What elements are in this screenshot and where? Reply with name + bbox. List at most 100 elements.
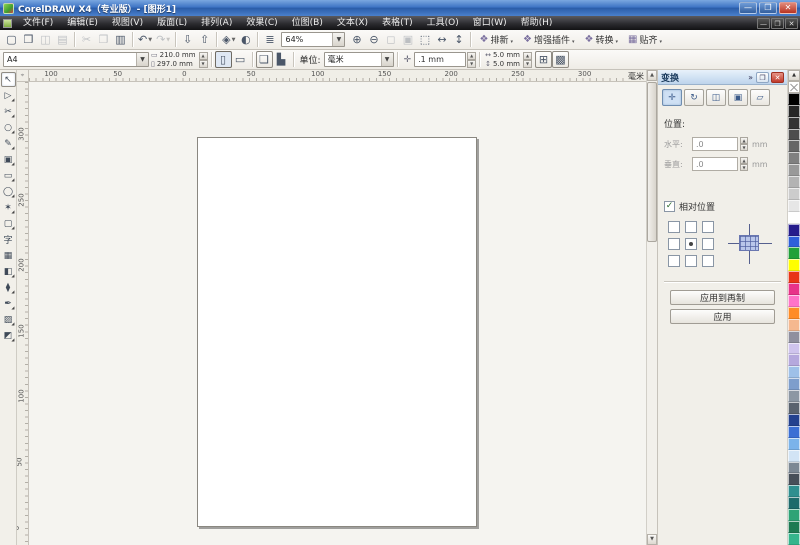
color-swatch-30[interactable] xyxy=(788,449,800,462)
color-swatch-34[interactable] xyxy=(788,497,800,510)
menu-item-10[interactable]: 窗口(W) xyxy=(466,16,514,30)
plugin-enhance-button[interactable]: ❖ 增强插件 ▾ xyxy=(518,31,580,48)
menu-item-11[interactable]: 帮助(H) xyxy=(514,16,560,30)
color-swatch-28[interactable] xyxy=(788,425,800,438)
menu-item-9[interactable]: 工具(O) xyxy=(420,16,466,30)
ruler-origin[interactable]: ⌖ xyxy=(17,70,29,82)
ellipse-tool[interactable]: ◯ ◢ xyxy=(1,184,16,199)
color-swatch-32[interactable] xyxy=(788,473,800,486)
zoom-tool[interactable]: ○ ◢ xyxy=(1,120,16,135)
paper-size-spinner[interactable]: ▲ ▼ xyxy=(198,52,208,68)
child-minimize-button[interactable]: — xyxy=(757,17,770,29)
transform-position-tab[interactable]: ✛ xyxy=(662,89,682,106)
apply-button[interactable]: 应用 xyxy=(670,309,775,324)
color-swatch-24[interactable] xyxy=(788,378,800,391)
zoom-level-combo[interactable]: 64% ▼ xyxy=(281,32,346,47)
zoom-page-icon[interactable]: ⬚ xyxy=(416,31,433,48)
minimize-button[interactable]: — xyxy=(739,2,757,14)
close-button[interactable]: ✕ xyxy=(779,2,797,14)
relative-position-checkbox[interactable]: ✓ xyxy=(664,201,675,212)
color-swatch-18[interactable] xyxy=(788,306,800,319)
crop-tool[interactable]: ✂ ◢ xyxy=(1,104,16,119)
vertical-input[interactable]: .0 xyxy=(692,157,738,171)
welcome-screen-icon[interactable]: ◐ xyxy=(237,31,254,48)
color-swatch-22[interactable] xyxy=(788,354,800,367)
fill-tool[interactable]: ▨ ◢ xyxy=(1,312,16,327)
anchor-point-1[interactable] xyxy=(685,221,697,233)
transform-scale-mirror-tab[interactable]: ◫ xyxy=(706,89,726,106)
color-swatch-17[interactable] xyxy=(788,295,800,307)
units-combo[interactable]: 毫米 ▼ xyxy=(323,52,394,67)
menu-item-8[interactable]: 表格(T) xyxy=(375,16,420,30)
docker-close-button[interactable]: ✕ xyxy=(771,71,784,83)
menu-item-7[interactable]: 文本(X) xyxy=(330,16,375,30)
color-swatch-10[interactable] xyxy=(788,211,800,224)
paper-size-combo[interactable]: A4 ▼ xyxy=(3,52,149,67)
chevron-down-icon[interactable]: ▼ xyxy=(136,53,148,66)
chevron-down-icon[interactable]: ▼ xyxy=(380,53,393,66)
options-icon[interactable]: ≣ xyxy=(261,31,278,48)
chevron-down-icon[interactable]: ▼ xyxy=(332,33,345,46)
shape-tool[interactable]: ▷ ◢ xyxy=(1,88,16,103)
zoom-page-height-icon[interactable]: ↕ xyxy=(450,31,467,48)
paste-icon[interactable]: ▥ xyxy=(112,31,129,48)
polygon-tool[interactable]: ✶ ◢ xyxy=(1,200,16,215)
duplicate-y-value[interactable]: 5.0 mm xyxy=(493,60,520,69)
color-swatch-20[interactable] xyxy=(788,330,800,343)
color-swatch-4[interactable] xyxy=(788,140,800,153)
anchor-point-4[interactable] xyxy=(685,238,697,250)
freehand-tool[interactable]: ✎ ◢ xyxy=(1,136,16,151)
child-close-button[interactable]: ✕ xyxy=(785,17,798,29)
table-tool[interactable]: ▦ xyxy=(1,248,16,263)
anchor-point-3[interactable] xyxy=(668,238,680,250)
chevron-down-icon[interactable]: ▼ xyxy=(148,37,152,43)
portrait-button[interactable]: ▯ xyxy=(214,51,232,68)
plugin-snap-button[interactable]: ▦ 贴齐 ▾ xyxy=(623,31,667,48)
anchor-point-6[interactable] xyxy=(668,255,680,267)
rectangle-tool[interactable]: ▭ ◢ xyxy=(1,168,16,183)
undo-icon[interactable]: ↶ ▼ xyxy=(136,31,154,48)
all-pages-button[interactable]: ❏ xyxy=(255,51,273,68)
treat-as-filled-button[interactable]: ▩ xyxy=(552,51,569,68)
duplicate-x-value[interactable]: 5.0 mm xyxy=(493,51,520,60)
color-swatch-21[interactable] xyxy=(788,342,800,355)
eyedropper-tool[interactable]: ⧫ ◢ xyxy=(1,280,16,295)
horizontal-input[interactable]: .0 xyxy=(692,137,738,151)
menu-item-0[interactable]: 文件(F) xyxy=(16,16,60,30)
color-swatch-15[interactable] xyxy=(788,271,800,284)
scroll-down-icon[interactable]: ▼ xyxy=(647,534,657,545)
plugin-convert-button[interactable]: ❖ 转换 ▾ xyxy=(579,31,623,48)
pick-tool[interactable]: ↖ xyxy=(0,72,16,87)
anchor-point-2[interactable] xyxy=(702,221,714,233)
color-swatch-3[interactable] xyxy=(788,128,800,141)
outline-tool[interactable]: ✒ ◢ xyxy=(1,296,16,311)
export-icon[interactable]: ⇧ xyxy=(196,31,213,48)
color-swatch-5[interactable] xyxy=(788,152,800,165)
color-swatch-2[interactable] xyxy=(788,116,800,129)
smart-fill-tool[interactable]: ▣ ◢ xyxy=(1,152,16,167)
zoom-page-width-icon[interactable]: ↔ xyxy=(433,31,450,48)
menu-item-2[interactable]: 视图(V) xyxy=(105,16,150,30)
scrollbar-thumb[interactable] xyxy=(647,82,657,242)
apply-to-duplicate-button[interactable]: 应用到再制 xyxy=(670,290,775,305)
color-swatch-29[interactable] xyxy=(788,437,800,450)
color-swatch-16[interactable] xyxy=(788,283,800,296)
transform-skew-tab[interactable]: ▱ xyxy=(750,89,770,106)
open-icon[interactable]: ❒ xyxy=(20,31,37,48)
transform-rotate-tab[interactable]: ↻ xyxy=(684,89,704,106)
color-swatch-26[interactable] xyxy=(788,402,800,414)
anchor-point-8[interactable] xyxy=(702,255,714,267)
vertical-ruler[interactable]: 300 250 200 150 100 50 0 xyxy=(17,82,29,545)
transform-size-tab[interactable]: ▣ xyxy=(728,89,748,106)
docker-float-button[interactable]: ❐ xyxy=(756,71,769,83)
color-swatch-37[interactable] xyxy=(788,532,800,545)
blend-tool[interactable]: ◧ ◢ xyxy=(1,264,16,279)
menu-item-6[interactable]: 位图(B) xyxy=(285,16,330,30)
color-swatch-7[interactable] xyxy=(788,176,800,189)
scroll-up-icon[interactable]: ▲ xyxy=(647,70,657,81)
horizontal-spinner[interactable]: ▲ ▼ xyxy=(740,137,748,151)
color-swatch-9[interactable] xyxy=(788,199,800,212)
plugin-painian-button[interactable]: ❖ 排新 ▾ xyxy=(474,31,518,48)
zoom-out-icon[interactable]: ⊖ xyxy=(365,31,382,48)
color-swatch-6[interactable] xyxy=(788,164,800,177)
